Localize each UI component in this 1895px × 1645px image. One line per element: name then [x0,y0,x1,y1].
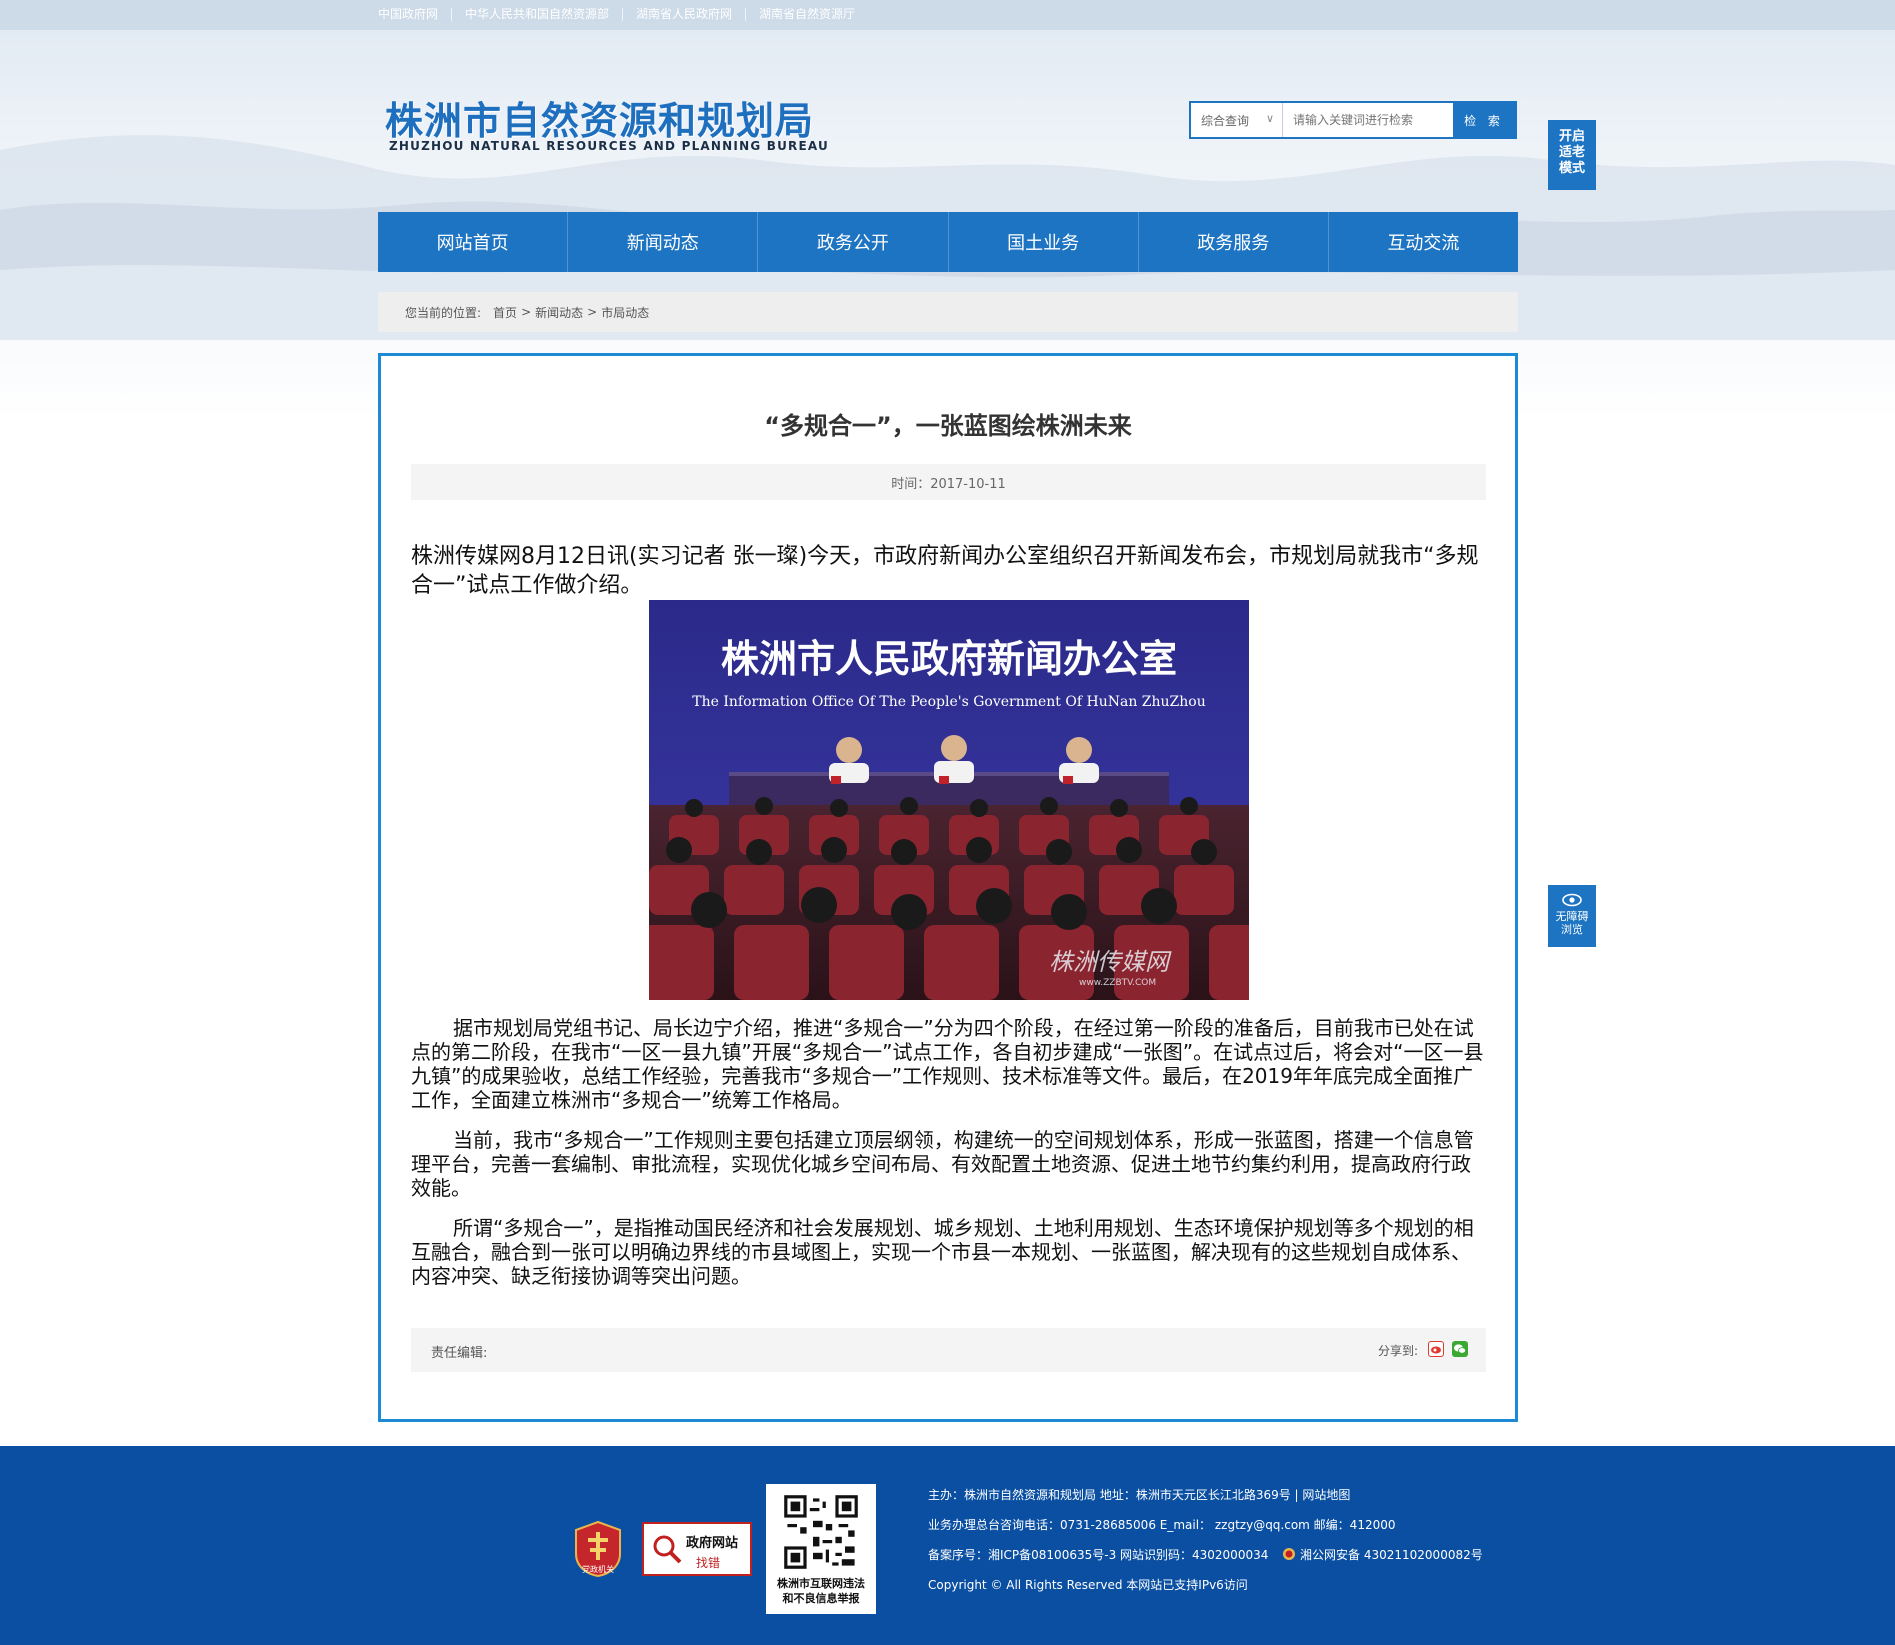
photo-watermark: 株洲传媒网 [1049,948,1172,976]
wechat-share-icon[interactable] [1452,1341,1468,1357]
press-conference-image: 株洲市人民政府新闻办公室 The Information Office Of T… [649,600,1249,1000]
search-box: 综合查询 ∨ 检 索 [1189,101,1517,139]
top-links: 中国政府网 中华人民共和国自然资源部 湖南省人民政府网 湖南省自然资源厅 [378,8,868,21]
badge2-line2: 找错 [696,1556,721,1570]
article-photo: 株洲市人民政府新闻办公室 The Information Office Of T… [649,600,1249,1000]
nav-item-gov-affairs[interactable]: 政务公开 [758,212,949,272]
site-logo-subtitle: ZHUZHOU NATURAL RESOURCES AND PLANNING B… [389,139,829,153]
nav-item-news[interactable]: 新闻动态 [568,212,759,272]
search-button[interactable]: 检 索 [1453,103,1515,137]
nav-item-interaction[interactable]: 互动交流 [1329,212,1518,272]
footer-contact-line: 业务办理总台咨询电话：0731-28685006 E_mail： zzgtzy@… [928,1518,1396,1532]
accessibility-label-1: 无障碍 [1555,910,1589,923]
report-qr-card[interactable]: 株洲市互联网违法 和不良信息举报 [766,1484,876,1614]
breadcrumb-sep: > [521,305,532,319]
breadcrumb-sep: > [587,305,598,319]
site-logo-title[interactable]: 株洲市自然资源和规划局 [385,90,814,145]
footer-host-line: 主办：株洲市自然资源和规划局 地址：株洲市天元区长江北路369号 | 网站地图 [928,1488,1351,1502]
footer-record-line: 备案序号：湘ICP备08100635号-3 网站识别码：4302000034 湘… [928,1546,1483,1563]
badge2-line1: 政府网站 [686,1536,739,1551]
breadcrumb-news[interactable]: 新闻动态 [535,304,583,321]
article-lead: 株洲传媒网8月12日讯(实习记者 张一璨)今天，市政府新闻办公室组织召开新闻发布… [411,544,1479,598]
article-paragraph: 当前，我市“多规合一”工作规则主要包括建立顶层纲领，构建统一的空间规划体系，形成… [411,1128,1474,1200]
accessibility-label-2: 浏览 [1561,923,1583,936]
breadcrumb-prefix: 您当前的位置: [405,305,482,320]
search-input[interactable] [1283,103,1453,137]
qr-caption: 株洲市互联网违法 和不良信息举报 [766,1576,876,1606]
nav-item-land[interactable]: 国土业务 [949,212,1139,272]
qr-code-icon [781,1492,861,1572]
nav-item-home[interactable]: 网站首页 [378,212,569,272]
nav-item-services[interactable]: 政务服务 [1139,212,1329,272]
accessibility-button[interactable]: 无障碍 浏览 [1548,885,1596,947]
search-scope-value: 综合查询 [1201,113,1250,128]
chevron-down-icon: ∨ [1265,112,1274,125]
share-label: 分享到: [1377,1344,1418,1358]
article-paragraph: 所谓“多规合一”，是指推动国民经济和社会发展规划、城乡规划、土地利用规划、生态环… [411,1216,1474,1288]
breadcrumb-current[interactable]: 市局动态 [601,304,649,321]
top-link-bar: 中国政府网 中华人民共和国自然资源部 湖南省人民政府网 湖南省自然资源厅 [0,0,1895,30]
party-gov-badge[interactable]: 党政机关 [572,1520,624,1578]
magnifier-icon [653,1535,682,1564]
party-gov-emblem-icon: 党政机关 [575,1520,621,1578]
article-footer-bar: 责任编辑: 分享到: [411,1328,1486,1372]
footer-icp[interactable]: 备案序号：湘ICP备08100635号-3 网站识别码：4302000034 [928,1548,1268,1562]
main-nav: 网站首页 新闻动态 政务公开 国土业务 政务服务 互动交流 [378,212,1518,272]
eye-icon [1562,893,1582,907]
elder-mode-label: 开启适老模式 [1558,129,1585,176]
breadcrumb: 您当前的位置: 首页 > 新闻动态 > 市局动态 [378,292,1518,332]
article-title: “多规合一”，一张蓝图绘株洲未来 [764,412,1132,440]
top-link-gov[interactable]: 中国政府网 [378,8,453,21]
photo-watermark-url: www.ZZBTV.COM [1079,978,1156,988]
search-scope-select[interactable]: 综合查询 ∨ [1191,103,1283,137]
photo-banner-cn: 株洲市人民政府新闻办公室 [721,637,1177,681]
footer-copyright: Copyright © All Rights Reserved 本网站已支持IP… [928,1578,1248,1592]
top-link-hunan-gov[interactable]: 湖南省人民政府网 [623,8,747,21]
article-meta: 时间：2017-10-11 [411,464,1486,500]
footer-police-record[interactable]: 湘公网安备 43021102000082号 [1300,1548,1483,1562]
qr-caption-line1: 株洲市互联网违法 [777,1577,865,1590]
police-badge-icon [1283,1548,1296,1560]
qr-caption-line2: 和不良信息举报 [782,1592,860,1605]
article-time: 时间：2017-10-11 [891,476,1006,492]
party-gov-badge-text: 党政机关 [582,1564,614,1574]
gov-site-error-report-badge[interactable]: 政府网站 找错 [642,1522,752,1576]
article-panel: “多规合一”，一张蓝图绘株洲未来 时间：2017-10-11 株洲传媒网8月12… [378,353,1518,1422]
weibo-share-icon[interactable] [1428,1341,1444,1357]
breadcrumb-home[interactable]: 首页 [493,304,517,321]
article-paragraph: 据市规划局党组书记、局长边宁介绍，推进“多规合一”分为四个阶段，在经过第一阶段的… [411,1016,1484,1112]
editor-label: 责任编辑: [431,1346,488,1361]
top-link-mnr[interactable]: 中华人民共和国自然资源部 [452,8,624,21]
photo-banner-en: The Information Office Of The People's G… [692,694,1205,710]
elder-mode-button[interactable]: 开启适老模式 [1548,120,1596,190]
top-link-hunan-nr[interactable]: 湖南省自然资源厅 [746,8,868,21]
